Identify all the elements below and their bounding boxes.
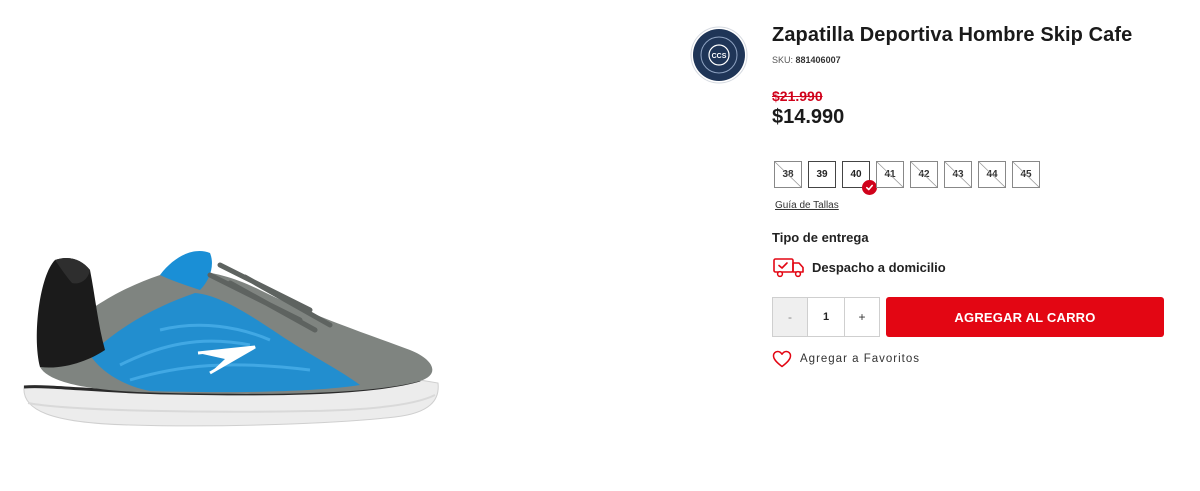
quantity-stepper: - 1 +	[772, 297, 880, 337]
size-option-42[interactable]: 42	[910, 161, 938, 188]
sku-value: 881406007	[795, 55, 841, 65]
old-price: $21.990	[772, 88, 823, 104]
heart-icon	[772, 350, 792, 368]
sku-label: SKU:	[772, 55, 794, 65]
size-selector: 38 39 40 41 42 43 44 45	[774, 161, 1040, 195]
add-to-favorites-link[interactable]: Agregar a Favoritos	[772, 350, 920, 368]
add-to-favorites-label: Agregar a Favoritos	[800, 353, 920, 365]
quantity-decrease-button[interactable]: -	[773, 298, 807, 336]
delivery-truck-icon	[773, 258, 804, 278]
size-option-43[interactable]: 43	[944, 161, 972, 188]
delivery-option-label: Despacho a domicilio	[812, 259, 946, 275]
quantity-increase-button[interactable]: +	[845, 298, 879, 336]
size-option-40[interactable]: 40	[842, 161, 877, 195]
size-option-45[interactable]: 45	[1012, 161, 1040, 188]
size-option-41[interactable]: 41	[876, 161, 904, 188]
product-title: Zapatilla Deportiva Hombre Skip Cafe	[772, 24, 1133, 46]
size-option-39[interactable]: 39	[808, 161, 836, 188]
size-guide-link[interactable]: Guía de Tallas	[775, 200, 839, 211]
badge-center-text: CCS	[712, 53, 727, 60]
delivery-option-home[interactable]: Despacho a domicilio	[772, 256, 946, 278]
add-to-cart-button[interactable]: AGREGAR AL CARRO	[886, 297, 1164, 337]
product-image	[10, 235, 450, 435]
delivery-heading: Tipo de entrega	[772, 230, 869, 245]
sneaker-image	[23, 251, 439, 427]
size-option-38[interactable]: 38	[774, 161, 802, 188]
product-sku: SKU: 881406007	[772, 55, 841, 65]
current-price: $14.990	[772, 106, 845, 128]
size-option-44[interactable]: 44	[978, 161, 1006, 188]
certification-badge: CCS	[690, 26, 748, 84]
ccs-certified-seal-icon: CCS	[690, 26, 748, 84]
selected-check-icon	[862, 180, 877, 195]
quantity-value[interactable]: 1	[807, 298, 845, 336]
